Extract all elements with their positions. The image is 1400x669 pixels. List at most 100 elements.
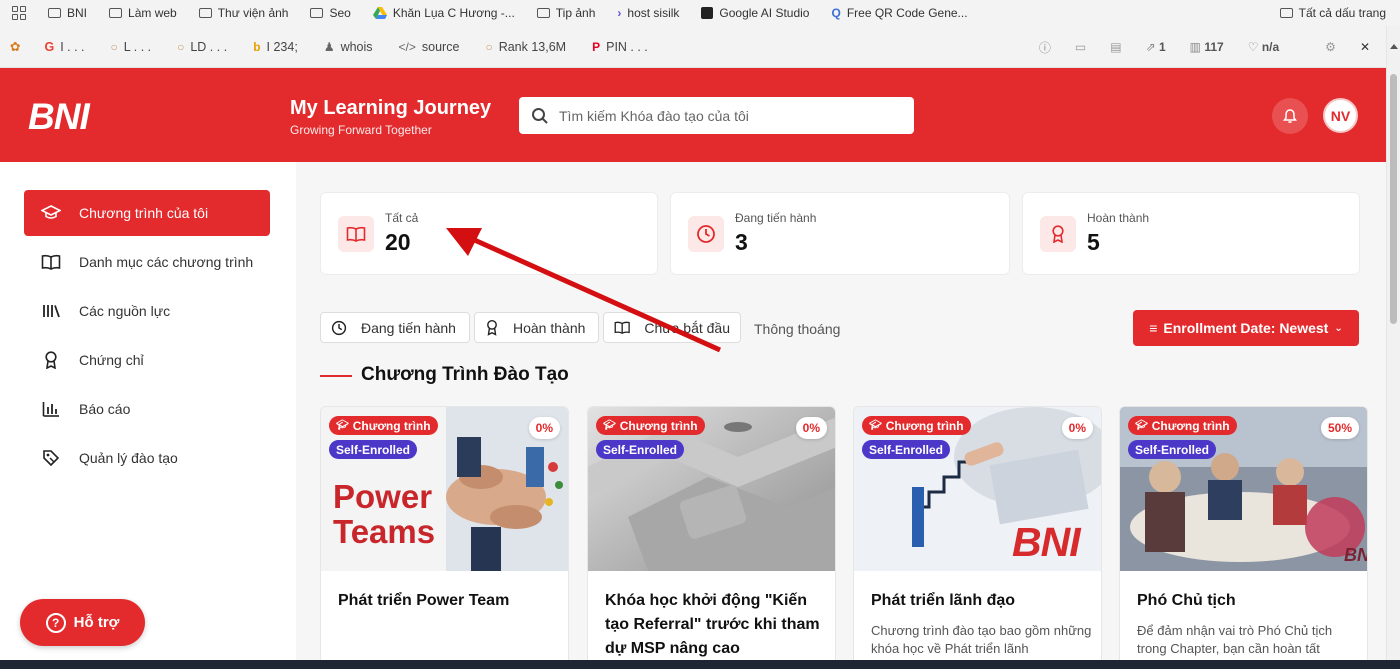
question-icon: ? — [45, 612, 66, 633]
clear-filters-link[interactable]: Thông thoáng — [754, 321, 840, 337]
chart-count[interactable]: ▥ 117 — [1190, 40, 1224, 54]
sidebar-item-label: Các nguồn lực — [79, 303, 171, 319]
extension-logo-icon[interactable]: ✿ — [10, 39, 20, 54]
drive-icon — [372, 7, 387, 19]
progress-badge: 0% — [528, 417, 560, 439]
sort-dropdown[interactable]: ≡ Enrollment Date: Newest ⌄ — [1133, 310, 1359, 346]
circle-icon: ○ — [485, 39, 493, 54]
bni-logo[interactable]: BNI — [28, 96, 90, 138]
program-badge: 🎓︎ Chương trình — [862, 416, 971, 435]
sidebar-item-resources[interactable]: Các nguồn lực — [24, 288, 270, 334]
heart-value[interactable]: ♡ n/a — [1248, 40, 1279, 54]
gear-icon[interactable]: ⚙ — [1325, 40, 1336, 54]
sidebar-item-label: Chương trình của tôi — [79, 205, 209, 221]
stat-card-all[interactable]: Tất cả 20 — [320, 192, 658, 275]
card-description: Để đảm nhận vai trò Phó Chủ tịch trong C… — [1137, 623, 1333, 656]
bookmark-seo[interactable]: Seo — [310, 6, 351, 20]
folder-icon — [1279, 8, 1293, 18]
bookmark-thu-vien-anh[interactable]: Thư viện ảnh — [198, 6, 288, 20]
apps-grid-icon[interactable] — [12, 6, 26, 20]
card-title[interactable]: Phó Chủ tịch — [1137, 589, 1359, 613]
brand-subtitle: Growing Forward Together — [290, 123, 432, 137]
external-icon: ⇗ — [1145, 40, 1156, 54]
section-title: Chương Trình Đào Tạo — [361, 364, 569, 385]
page-scrollbar[interactable] — [1386, 26, 1400, 660]
card-title[interactable]: Phát triển Power Team — [338, 589, 560, 613]
ext-item-google[interactable]: GI . . . — [44, 40, 84, 54]
sidebar-item-label: Danh mục các chương trình — [79, 254, 254, 270]
program-badge: 🎓︎ Chương trình — [596, 416, 705, 435]
bookmark-tip-anh[interactable]: Tip ảnh — [536, 6, 595, 20]
doc-icon[interactable]: ▤ — [1110, 40, 1121, 54]
chevron-down-icon: ⌄ — [1334, 322, 1343, 334]
ext-item-ld[interactable]: ○ LD . . . — [177, 40, 227, 54]
info-icon[interactable]: ⓘ — [1039, 39, 1051, 56]
close-icon[interactable]: ✕ — [1360, 40, 1370, 54]
graduation-cap-icon: 🎓︎ — [869, 420, 882, 431]
bookmark-host-sisilk[interactable]: › host sisilk — [617, 6, 679, 20]
external-link-count[interactable]: ⇗ 1 — [1146, 40, 1166, 54]
ext-item-pin[interactable]: P PIN . . . — [592, 40, 648, 54]
search-bar[interactable] — [519, 97, 914, 134]
scroll-up-arrow-icon[interactable] — [1390, 44, 1398, 49]
folder-icon — [48, 8, 61, 18]
filter-in-progress[interactable]: Đang tiến hành — [320, 312, 470, 343]
monitor-icon[interactable]: ▭ — [1075, 40, 1086, 54]
folder-icon — [310, 8, 324, 18]
card-title[interactable]: Khóa học khởi động "Kiến tạo Referral" t… — [605, 589, 827, 661]
person-icon: ♟ — [323, 39, 335, 54]
google-icon: G — [44, 39, 55, 54]
stat-card-completed[interactable]: Hoàn thành 5 — [1022, 192, 1360, 275]
ext-right-group: ⓘ ▭ ▤ ⇗ 1 ▥ 117 ♡ n/a ⚙ ✕ — [1039, 26, 1370, 68]
badge-label: Chương trình — [1151, 418, 1230, 433]
ext-item-bing[interactable]: bI 234; — [253, 40, 298, 54]
avatar[interactable]: NV — [1323, 98, 1358, 133]
course-card[interactable]: Power Teams 🎓︎ Chương trình Self-Enrolled… — [320, 406, 569, 668]
bookmark-google-ai-studio[interactable]: Google AI Studio — [701, 6, 809, 20]
ext-item-whois[interactable]: ♟ whois — [324, 40, 373, 54]
search-input[interactable] — [559, 107, 889, 124]
stat-value: 3 — [735, 229, 748, 255]
ext-item-rank[interactable]: ○ Rank 13,6M — [485, 40, 566, 54]
folder-icon — [536, 8, 550, 18]
badge-label: Chương trình — [885, 418, 964, 433]
heart-icon: ♡ — [1247, 40, 1259, 54]
course-card[interactable]: 🎓︎ Chương trình Self-Enrolled 0% Khóa học… — [587, 406, 836, 668]
image-text-line: Power — [333, 478, 433, 515]
notifications-button[interactable] — [1272, 98, 1308, 134]
filter-not-started[interactable]: Chưa bắt đầu — [603, 312, 741, 343]
sidebar-item-certificates[interactable]: Chứng chỉ — [24, 337, 270, 383]
progress-badge: 0% — [795, 417, 827, 439]
card-description: Chương trình đào tạo bao gồm những khóa … — [871, 623, 1092, 656]
bookmark-all[interactable]: Tất cả dấu trang — [1279, 6, 1386, 20]
course-card[interactable]: BNI 🎓︎ Chương trình Self-Enrolled 0% Phát… — [853, 406, 1102, 668]
bookmark-bni[interactable]: BNI — [48, 6, 87, 20]
sidebar-item-training-management[interactable]: Quản lý đào tạo — [24, 435, 270, 481]
bookmark-free-qr[interactable]: Q Free QR Code Gene... — [831, 6, 967, 20]
filter-completed[interactable]: Hoàn thành — [474, 312, 599, 343]
book-open-icon — [614, 321, 630, 334]
ext-item-source[interactable]: </> source — [399, 40, 460, 54]
section-accent-line — [320, 375, 352, 377]
help-button[interactable]: ? Hỗ trợ — [20, 599, 145, 646]
filter-lines-icon: ≡ — [1149, 320, 1158, 336]
bookmark-khan-lua[interactable]: Khăn Lụa C Hương -... — [372, 6, 515, 20]
stat-card-in-progress[interactable]: Đang tiến hành 3 — [670, 192, 1010, 275]
scroll-thumb[interactable] — [1390, 74, 1397, 324]
brand-title: My Learning Journey — [290, 97, 492, 119]
sidebar-item-reports[interactable]: Báo cáo — [24, 386, 270, 432]
program-badge: 🎓︎ Chương trình — [1128, 416, 1237, 435]
bookmark-lam-web[interactable]: Làm web — [109, 6, 177, 20]
card-title[interactable]: Phát triển lãnh đạo — [871, 589, 1093, 613]
stat-label: Tất cả — [385, 211, 419, 225]
folder-icon — [198, 8, 212, 18]
tag-icon — [40, 447, 62, 469]
sidebar-item-catalog[interactable]: Danh mục các chương trình — [24, 239, 270, 285]
b-icon: b — [253, 39, 261, 54]
sidebar-item-my-programs[interactable]: Chương trình của tôi — [24, 190, 270, 236]
course-card[interactable]: BN 🎓︎ Chương trình Self-Enrolled 50% Phó … — [1119, 406, 1368, 668]
ext-item-l[interactable]: ○ L . . . — [111, 40, 152, 54]
seo-extension-toolbar: ✿ GI . . . ○ L . . . ○ LD . . . bI 234; ♟ w… — [0, 26, 1400, 68]
code-icon: </> — [398, 39, 416, 54]
app-header: BNI My Learning Journey Growing Forward … — [0, 68, 1386, 162]
